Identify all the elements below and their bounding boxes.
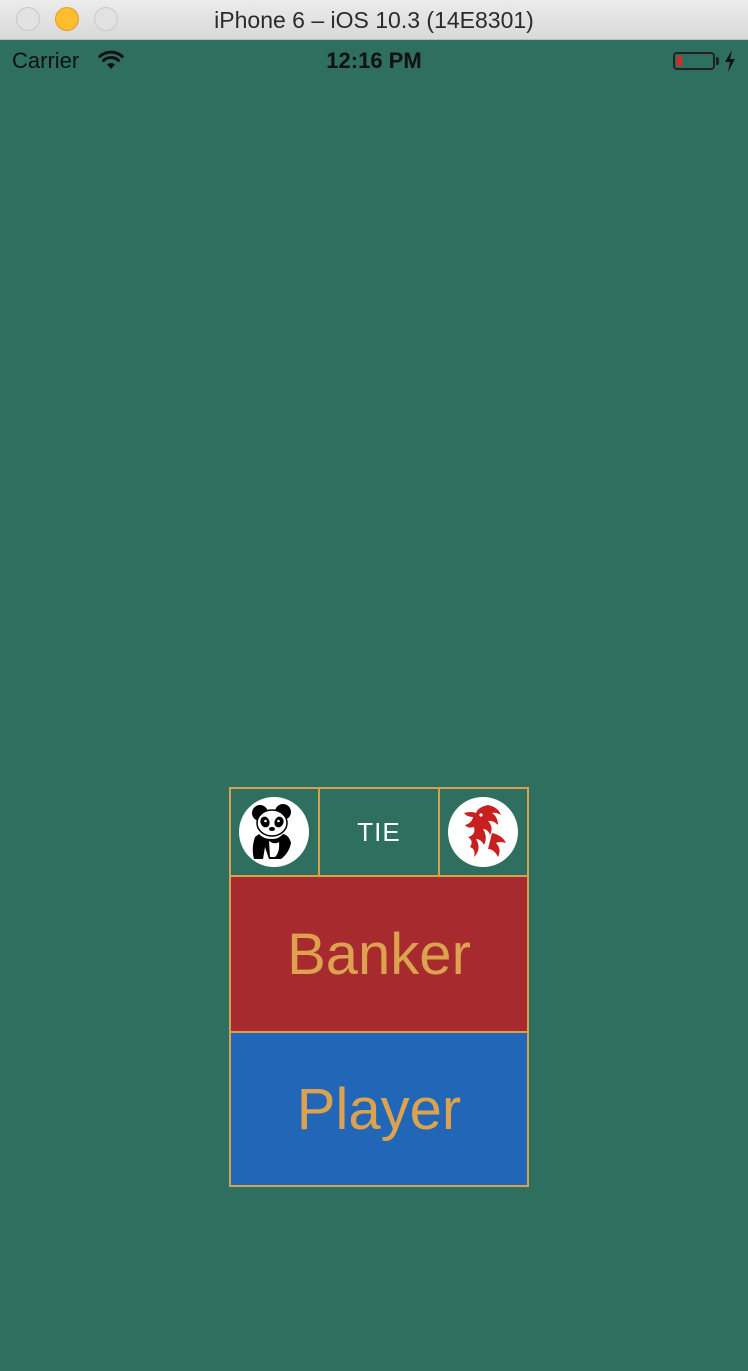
dragon-badge [448,797,518,867]
banker-label: Banker [287,921,471,987]
bet-board: TIE Banker Player [229,787,529,1187]
battery-nub [716,57,719,65]
panda-bet-button[interactable] [229,787,320,877]
banker-bet-button[interactable]: Banker [229,875,529,1033]
dragon-icon [464,805,506,857]
window-titlebar: iPhone 6 – iOS 10.3 (14E8301) [0,0,748,40]
battery-level [677,56,682,66]
status-bar: Carrier 12:16 PM [0,40,748,82]
window-title: iPhone 6 – iOS 10.3 (14E8301) [214,7,534,33]
panda-icon [252,804,291,859]
player-bet-button[interactable]: Player [229,1031,529,1187]
panda-badge [239,797,309,867]
battery-icon [673,52,715,70]
dragon-bet-button[interactable] [438,787,529,877]
player-label: Player [296,1076,462,1142]
tie-bet-button[interactable]: TIE [318,787,440,877]
tie-label: TIE [357,816,401,847]
status-time: 12:16 PM [326,48,422,73]
charging-bolt-icon [725,50,735,72]
